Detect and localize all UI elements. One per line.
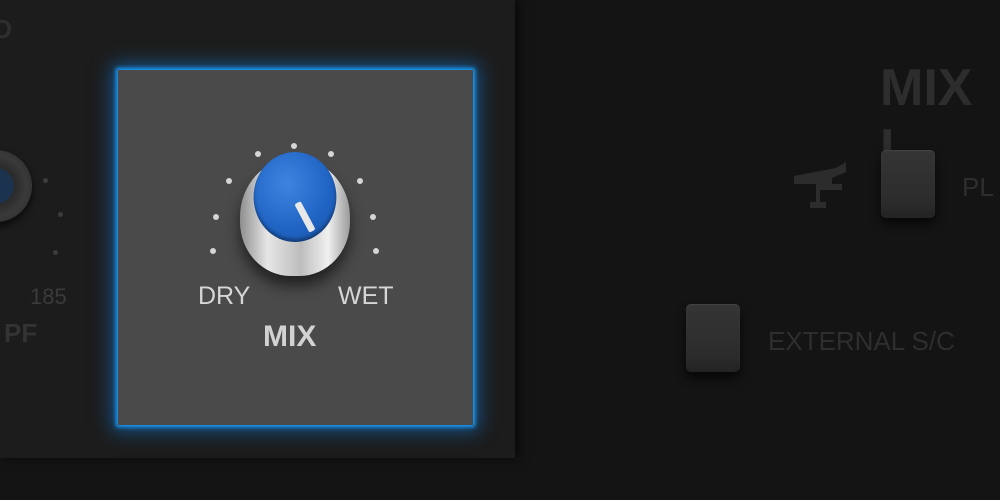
external-sc-label: EXTERNAL S/C (768, 326, 955, 356)
knob-tick (373, 248, 379, 254)
knob-tick (226, 178, 232, 184)
plugin-sidechain-label: PL (962, 172, 994, 202)
knob-cap (253, 152, 337, 242)
mix-control-panel: DRY WET MIX (118, 70, 473, 425)
left-plugin-panel: O 185 PF DRY WET MIX (0, 0, 515, 458)
dry-label: DRY (198, 282, 251, 310)
external-sc-button[interactable] (686, 304, 740, 372)
section-label: O (0, 14, 14, 44)
lpf-value: 185 (30, 284, 67, 309)
lpf-tick (43, 178, 48, 183)
mix-label: MIX (263, 320, 317, 353)
wet-label: WET (338, 282, 394, 310)
knob-tick (255, 151, 261, 157)
lpf-tick (58, 212, 63, 217)
knob-tick (213, 214, 219, 220)
plugin-sidechain-button[interactable] (881, 150, 935, 218)
mix-knob[interactable] (118, 70, 473, 425)
lpf-knob[interactable] (0, 150, 32, 222)
knob-tick (357, 178, 363, 184)
knob-tick (370, 214, 376, 220)
lpf-label: PF (4, 318, 38, 348)
knob-tick (291, 143, 297, 149)
lpf-tick (53, 250, 58, 255)
sidechain-key-icon (794, 162, 846, 208)
knob-tick (328, 151, 334, 157)
knob-tick (210, 248, 216, 254)
